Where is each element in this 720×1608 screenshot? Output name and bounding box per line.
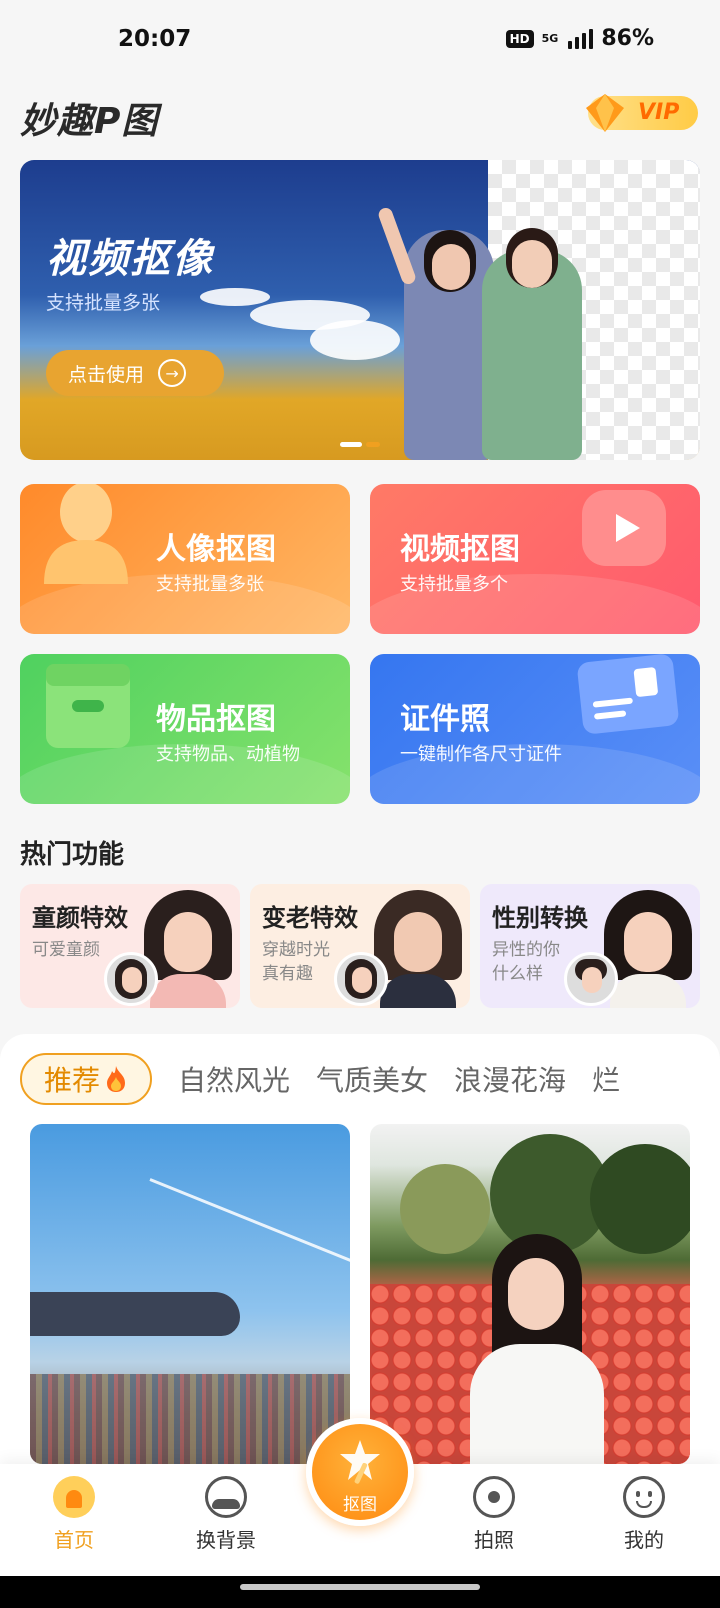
tab-more[interactable]: 烂 (592, 1059, 620, 1099)
status-time: 20:07 (118, 26, 192, 52)
nav-camera[interactable]: 拍照 (444, 1476, 544, 1553)
woman-portrait (462, 1234, 612, 1464)
tab-nature[interactable]: 自然风光 (178, 1059, 290, 1099)
portrait-cutout-card[interactable]: 人像抠图 支持批量多张 (20, 484, 350, 634)
card-title: 证件照 (400, 702, 490, 737)
airplane-image (30, 1292, 240, 1336)
card-subtitle: 支持物品、动植物 (156, 744, 300, 765)
nav-label: 首页 (54, 1528, 94, 1552)
fire-icon (107, 1066, 126, 1092)
hot-card-subtitle: 异性的你什么样 (492, 940, 560, 984)
nav-label: 拍照 (474, 1528, 514, 1552)
network-type: 5G (541, 32, 559, 45)
hot-card-subtitle: 穿越时光真有趣 (262, 940, 330, 984)
signal-icon (568, 28, 594, 49)
card-title: 物品抠图 (156, 702, 276, 737)
camera-icon (473, 1476, 515, 1518)
hot-card-title: 性别转换 (492, 904, 588, 932)
banner-button-label: 点击使用 (68, 363, 145, 386)
card-subtitle: 支持批量多张 (156, 574, 264, 595)
cutout-center-button[interactable]: 抠图 (306, 1418, 414, 1526)
tab-beauty[interactable]: 气质美女 (316, 1059, 428, 1099)
tab-label: 推荐 (44, 1064, 101, 1097)
home-icon (53, 1476, 95, 1518)
person-icon (44, 484, 128, 584)
promo-banner[interactable]: 视频抠像 支持批量多张 点击使用 → (20, 160, 700, 460)
box-icon (46, 664, 130, 748)
card-subtitle: 支持批量多个 (400, 574, 508, 595)
portrait-image (374, 890, 462, 1008)
banner-use-button[interactable]: 点击使用 → (46, 350, 224, 396)
home-indicator[interactable] (240, 1584, 480, 1590)
category-tabs: 推荐 自然风光 气质美女 浪漫花海 烂 (20, 1053, 620, 1105)
nav-label: 换背景 (196, 1528, 256, 1552)
diamond-icon (586, 94, 624, 132)
center-label: 抠图 (343, 1495, 377, 1515)
video-cutout-card[interactable]: 视频抠图 支持批量多个 (370, 484, 700, 634)
nav-change-background[interactable]: 换背景 (176, 1476, 276, 1553)
hd-icon: HD (505, 29, 534, 48)
card-subtitle: 一键制作各尺寸证件 (400, 744, 562, 765)
tab-flowers[interactable]: 浪漫花海 (454, 1059, 566, 1099)
gender-swap-card[interactable]: 性别转换 异性的你什么样 (480, 884, 700, 1008)
background-icon (205, 1476, 247, 1518)
status-indicators: HD 5G 86% (505, 26, 654, 51)
portrait-image (604, 890, 692, 1008)
arrow-right-icon: → (158, 359, 187, 387)
feed-item-plane[interactable] (30, 1124, 350, 1464)
banner-subtitle: 支持批量多张 (46, 292, 161, 314)
app-logo: 妙趣P图 (20, 101, 159, 142)
nav-profile[interactable]: 我的 (594, 1476, 694, 1553)
card-title: 人像抠图 (156, 532, 276, 567)
id-card-icon (577, 654, 679, 734)
hot-card-subtitle: 可爱童颜 (32, 940, 100, 960)
portrait-image (144, 890, 232, 1008)
tab-recommended[interactable]: 推荐 (20, 1053, 153, 1105)
aging-effect-card[interactable]: 变老特效 穿越时光真有趣 (250, 884, 470, 1008)
system-nav-bar (0, 1576, 720, 1608)
vip-label: VIP (638, 100, 680, 125)
cutout-star-icon (340, 1440, 380, 1484)
object-cutout-card[interactable]: 物品抠图 支持物品、动植物 (20, 654, 350, 804)
battery-level: 86% (601, 26, 654, 51)
hot-card-title: 童颜特效 (32, 904, 128, 932)
child-face-effect-card[interactable]: 童颜特效 可爱童颜 (20, 884, 240, 1008)
feed-item-tulips[interactable] (370, 1124, 690, 1464)
hot-features-title: 热门功能 (20, 840, 125, 870)
status-bar: 20:07 HD 5G 86% (0, 0, 720, 84)
nav-label: 我的 (624, 1528, 664, 1552)
card-title: 视频抠图 (400, 532, 520, 567)
play-icon (582, 490, 666, 566)
banner-title: 视频抠像 (46, 236, 214, 282)
hot-card-title: 变老特效 (262, 904, 358, 932)
banner-pager (340, 442, 380, 447)
profile-icon (623, 1476, 665, 1518)
nav-home[interactable]: 首页 (24, 1476, 124, 1553)
id-photo-card[interactable]: 证件照 一键制作各尺寸证件 (370, 654, 700, 804)
vip-button[interactable]: VIP (586, 94, 698, 132)
